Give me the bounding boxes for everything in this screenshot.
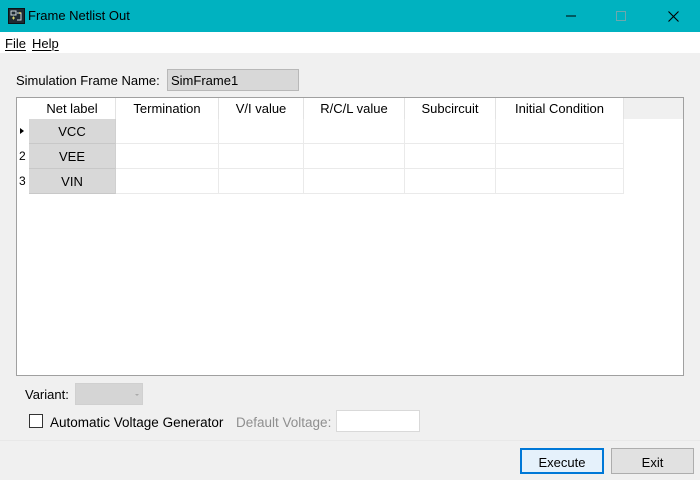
netlist-grid: Net label Termination V/I value R/C/L va… xyxy=(16,97,684,376)
variant-dropdown[interactable] xyxy=(75,383,143,405)
cell-vi-value[interactable] xyxy=(219,119,304,144)
minimize-button[interactable] xyxy=(548,0,594,32)
maximize-icon xyxy=(616,11,626,21)
row-header[interactable]: 3 xyxy=(17,169,29,194)
close-button[interactable] xyxy=(650,0,696,32)
row-header[interactable] xyxy=(17,119,29,144)
default-voltage-label: Default Voltage: xyxy=(236,415,332,430)
title-bar: Frame Netlist Out xyxy=(0,0,700,32)
menu-bar: File Help xyxy=(0,32,700,53)
simulation-frame-name-label: Simulation Frame Name: xyxy=(16,73,160,88)
cell-rcl-value[interactable] xyxy=(304,119,405,144)
cell-net-label[interactable]: VIN xyxy=(29,169,116,194)
column-header-subcircuit[interactable]: Subcircuit xyxy=(405,98,496,119)
table-row: 3 VIN xyxy=(17,169,624,194)
column-header-termination[interactable]: Termination xyxy=(116,98,219,119)
column-header-vi-value[interactable]: V/I value xyxy=(219,98,304,119)
cell-subcircuit[interactable] xyxy=(405,119,496,144)
row-header[interactable]: 2 xyxy=(17,144,29,169)
cell-initial-condition[interactable] xyxy=(496,119,624,144)
maximize-button[interactable] xyxy=(598,0,644,32)
divider xyxy=(0,440,700,441)
cell-termination[interactable] xyxy=(116,119,219,144)
exit-button[interactable]: Exit xyxy=(611,448,694,474)
chevron-down-icon xyxy=(135,394,139,396)
execute-button[interactable]: Execute xyxy=(520,448,604,474)
cell-initial-condition[interactable] xyxy=(496,169,624,194)
grid-corner xyxy=(17,98,29,119)
window-title: Frame Netlist Out xyxy=(28,8,130,23)
variant-label: Variant: xyxy=(25,387,69,402)
column-header-net-label[interactable]: Net label xyxy=(29,98,116,119)
table-row: VCC xyxy=(17,119,624,144)
cell-termination[interactable] xyxy=(116,169,219,194)
menu-help[interactable]: Help xyxy=(32,36,59,51)
grid-header: Net label Termination V/I value R/C/L va… xyxy=(17,98,683,119)
cell-rcl-value[interactable] xyxy=(304,144,405,169)
automatic-voltage-generator-checkbox[interactable] xyxy=(29,414,43,428)
cell-vi-value[interactable] xyxy=(219,169,304,194)
default-voltage-field[interactable] xyxy=(336,410,420,432)
automatic-voltage-generator-label[interactable]: Automatic Voltage Generator xyxy=(50,415,223,430)
cell-rcl-value[interactable] xyxy=(304,169,405,194)
cell-net-label[interactable]: VEE xyxy=(29,144,116,169)
column-header-initial-condition[interactable]: Initial Condition xyxy=(496,98,624,119)
cell-initial-condition[interactable] xyxy=(496,144,624,169)
cell-net-label[interactable]: VCC xyxy=(29,119,116,144)
cell-termination[interactable] xyxy=(116,144,219,169)
main-content: Simulation Frame Name: SimFrame1 Net lab… xyxy=(0,53,700,480)
column-header-rcl-value[interactable]: R/C/L value xyxy=(304,98,405,119)
cell-subcircuit[interactable] xyxy=(405,169,496,194)
frame-netlist-app-icon xyxy=(8,8,25,24)
cell-vi-value[interactable] xyxy=(219,144,304,169)
menu-file[interactable]: File xyxy=(5,36,26,51)
table-row: 2 VEE xyxy=(17,144,624,169)
cell-subcircuit[interactable] xyxy=(405,144,496,169)
current-row-arrow-icon xyxy=(20,128,24,134)
close-icon xyxy=(667,10,679,22)
simulation-frame-name-field[interactable]: SimFrame1 xyxy=(167,69,299,91)
minimize-icon xyxy=(566,15,576,17)
